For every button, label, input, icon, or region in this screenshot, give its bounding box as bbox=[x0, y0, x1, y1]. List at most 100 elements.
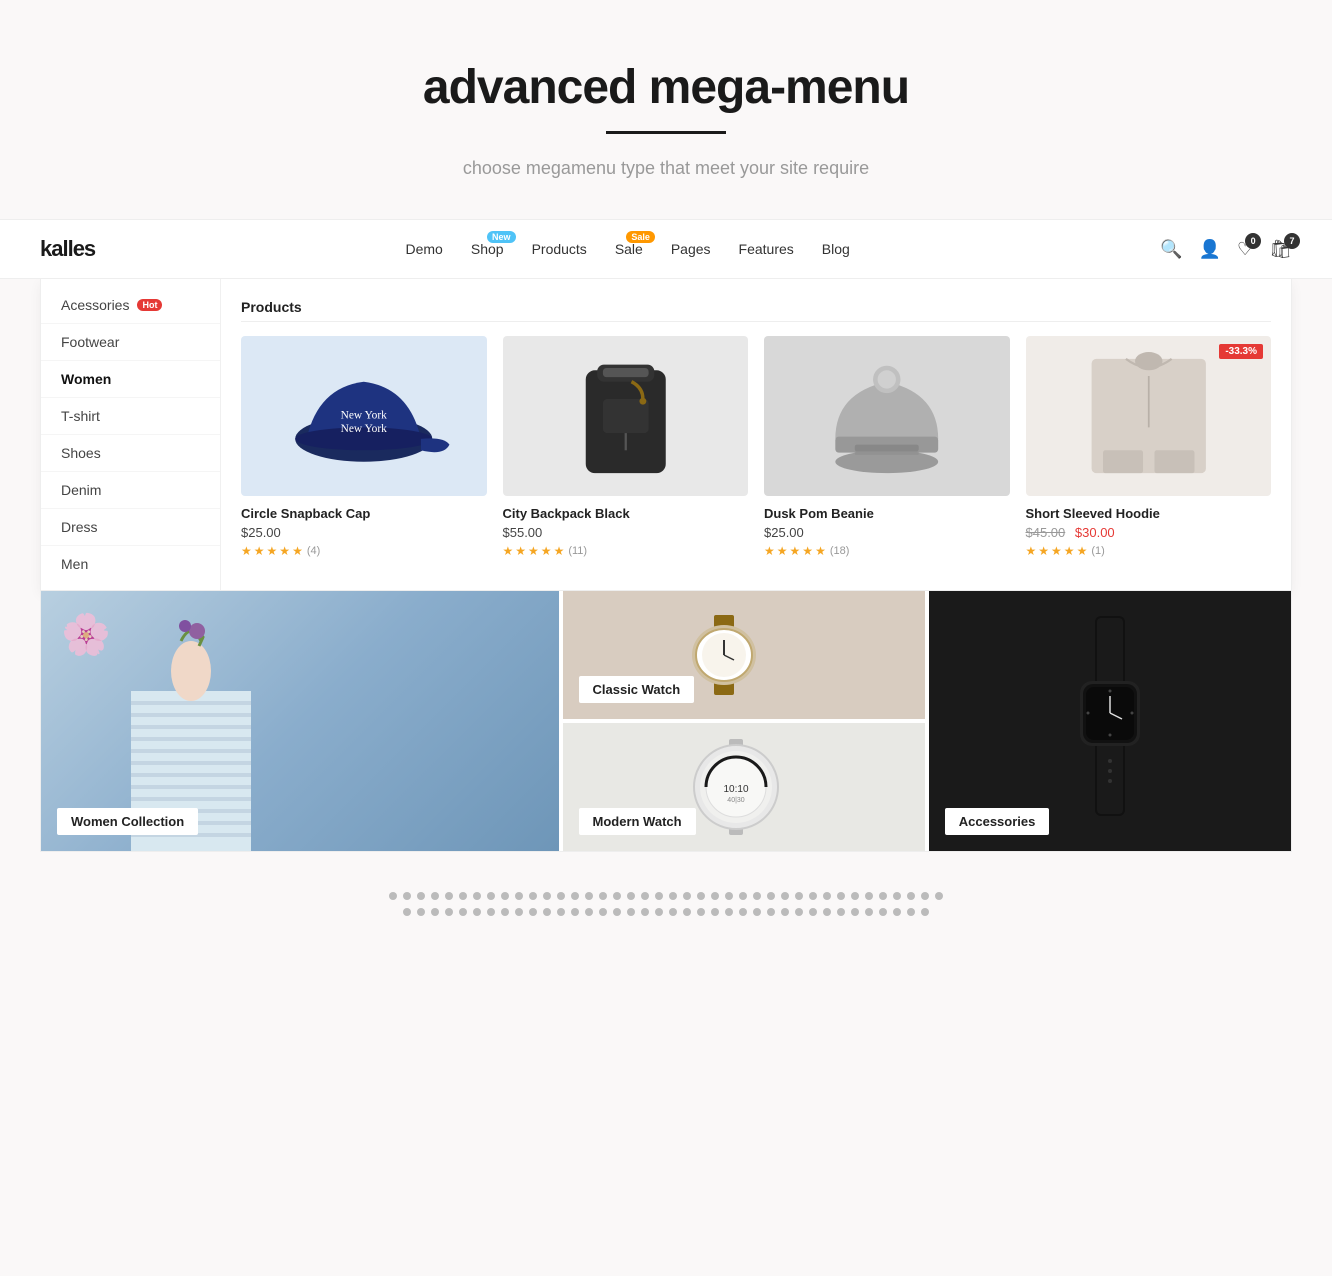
product-card-hoodie[interactable]: -33.3% Short Sleeved Hoodie $45.00 $30.0… bbox=[1026, 336, 1272, 558]
sidebar-label: Men bbox=[61, 556, 88, 572]
dot bbox=[543, 908, 551, 916]
nav-item-pages[interactable]: Pages bbox=[671, 241, 711, 257]
dot bbox=[557, 892, 565, 900]
dot bbox=[515, 892, 523, 900]
sidebar-item-accessories[interactable]: Acessories Hot bbox=[41, 287, 220, 324]
product-card-beanie[interactable]: Dusk Pom Beanie $25.00 ★ ★ ★ ★ ★ (18) bbox=[764, 336, 1010, 558]
flowers-decoration: 🌸 bbox=[61, 611, 111, 658]
sidebar-label: Acessories bbox=[61, 297, 129, 313]
sale-badge: Sale bbox=[626, 231, 655, 243]
svg-text:10:10: 10:10 bbox=[723, 784, 748, 795]
product-image-backpack bbox=[503, 336, 749, 496]
account-icon[interactable]: 👤 bbox=[1199, 239, 1221, 260]
dot bbox=[837, 908, 845, 916]
dot bbox=[613, 892, 621, 900]
classic-watch-card[interactable]: Classic Watch bbox=[563, 591, 925, 719]
product-card-backpack[interactable]: City Backpack Black $55.00 ★ ★ ★ ★ ★ (11… bbox=[503, 336, 749, 558]
dot bbox=[907, 908, 915, 916]
sidebar-label: Shoes bbox=[61, 445, 101, 461]
dot bbox=[613, 908, 621, 916]
dot bbox=[431, 908, 439, 916]
products-header: Products bbox=[241, 299, 1271, 322]
product-stars-hoodie: ★ ★ ★ ★ ★ (1) bbox=[1026, 544, 1272, 558]
product-image-cap: New York New York bbox=[241, 336, 487, 496]
sidebar-item-men[interactable]: Men bbox=[41, 546, 220, 582]
hoodie-svg bbox=[1026, 336, 1272, 496]
dot bbox=[445, 908, 453, 916]
dot bbox=[823, 892, 831, 900]
dot bbox=[809, 908, 817, 916]
dot bbox=[879, 908, 887, 916]
dot bbox=[431, 892, 439, 900]
dot bbox=[473, 892, 481, 900]
cart-icon[interactable]: 🛍 7 bbox=[1269, 239, 1292, 260]
dot bbox=[795, 908, 803, 916]
hero-section: advanced mega-menu choose megamenu type … bbox=[0, 0, 1332, 219]
sidebar-item-footwear[interactable]: Footwear bbox=[41, 324, 220, 361]
product-name-beanie: Dusk Pom Beanie bbox=[764, 506, 1010, 521]
dot bbox=[753, 892, 761, 900]
accessories-watch-svg bbox=[1060, 611, 1160, 831]
dot bbox=[529, 892, 537, 900]
new-badge: New bbox=[487, 231, 516, 243]
dot bbox=[389, 892, 397, 900]
women-collection-card[interactable]: 🌸 Women Collection bbox=[41, 591, 559, 851]
products-grid: New York New York Circle Snapback Cap $2… bbox=[241, 336, 1271, 558]
nav-item-products[interactable]: Products bbox=[532, 241, 587, 257]
dot bbox=[655, 908, 663, 916]
sidebar-label: Denim bbox=[61, 482, 101, 498]
mega-menu-products: Products New York New York Circle Snapba… bbox=[221, 279, 1291, 590]
dots-row-2 bbox=[403, 908, 929, 916]
sidebar-label: Dress bbox=[61, 519, 98, 535]
dot bbox=[599, 908, 607, 916]
dots-section bbox=[0, 852, 1332, 936]
hero-subtitle: choose megamenu type that meet your site… bbox=[20, 158, 1312, 179]
dot bbox=[501, 908, 509, 916]
collection-section: 🌸 Women Collection Classic Watch bbox=[40, 591, 1292, 852]
dot bbox=[501, 892, 509, 900]
women-collection-label: Women Collection bbox=[57, 808, 198, 835]
accessories-card[interactable]: Accessories bbox=[929, 591, 1291, 851]
search-icon[interactable]: 🔍 bbox=[1160, 239, 1182, 260]
sidebar-item-women[interactable]: Women bbox=[41, 361, 220, 398]
sidebar-item-dress[interactable]: Dress bbox=[41, 509, 220, 546]
wishlist-icon[interactable]: ♡ 0 bbox=[1237, 239, 1253, 260]
classic-watch-label: Classic Watch bbox=[579, 676, 695, 703]
product-card-cap[interactable]: New York New York Circle Snapback Cap $2… bbox=[241, 336, 487, 558]
dot bbox=[893, 892, 901, 900]
dot bbox=[893, 908, 901, 916]
dot bbox=[795, 892, 803, 900]
nav-item-sale[interactable]: Sale Sale bbox=[615, 241, 643, 257]
nav-item-demo[interactable]: Demo bbox=[406, 241, 443, 257]
dot bbox=[697, 908, 705, 916]
dot bbox=[543, 892, 551, 900]
dot bbox=[851, 892, 859, 900]
nav-item-blog[interactable]: Blog bbox=[822, 241, 850, 257]
dot bbox=[809, 892, 817, 900]
nav-item-shop[interactable]: Shop New bbox=[471, 241, 504, 257]
sidebar-item-denim[interactable]: Denim bbox=[41, 472, 220, 509]
dot bbox=[571, 892, 579, 900]
dot bbox=[445, 892, 453, 900]
sidebar-item-shoes[interactable]: Shoes bbox=[41, 435, 220, 472]
dots-row-1 bbox=[389, 892, 943, 900]
modern-watch-card[interactable]: 10:10 40|30 Modern Watch bbox=[563, 723, 925, 851]
accessories-label: Accessories bbox=[945, 808, 1050, 835]
dot bbox=[627, 892, 635, 900]
discount-badge: -33.3% bbox=[1219, 344, 1263, 359]
logo[interactable]: kalles bbox=[40, 236, 95, 262]
dot bbox=[403, 908, 411, 916]
product-image-hoodie: -33.3% bbox=[1026, 336, 1272, 496]
product-price-hoodie: $45.00 $30.00 bbox=[1026, 525, 1272, 540]
sidebar-label: T-shirt bbox=[61, 408, 100, 424]
nav-item-features[interactable]: Features bbox=[739, 241, 794, 257]
modern-watch-svg: 10:10 40|30 bbox=[684, 737, 804, 837]
hot-badge: Hot bbox=[137, 299, 162, 311]
product-price-backpack: $55.00 bbox=[503, 525, 749, 540]
dot bbox=[865, 892, 873, 900]
sidebar-item-tshirt[interactable]: T-shirt bbox=[41, 398, 220, 435]
svg-text:New York: New York bbox=[341, 423, 388, 435]
dot bbox=[571, 908, 579, 916]
sidebar-label: Women bbox=[61, 371, 111, 387]
dot bbox=[669, 908, 677, 916]
